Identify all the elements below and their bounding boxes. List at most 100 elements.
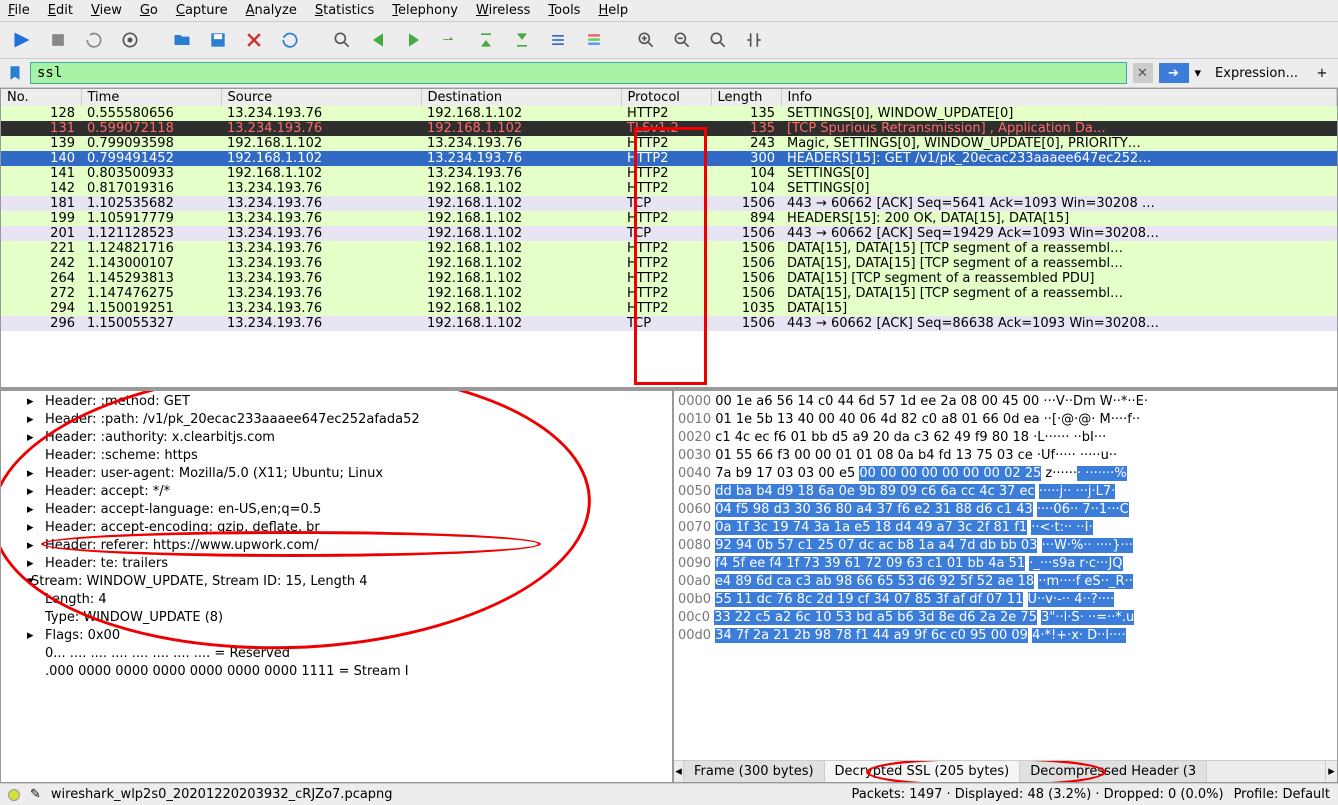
packet-row[interactable]: 1420.81701931613.234.193.76192.168.1.102… xyxy=(1,181,1337,196)
packet-row[interactable]: 2961.15005532713.234.193.76192.168.1.102… xyxy=(1,316,1337,331)
tab-scroll-left-icon[interactable]: ◂ xyxy=(674,761,684,782)
hex-line[interactable]: 0030 01 55 66 f3 00 00 01 01 08 0a b4 fd… xyxy=(678,447,1333,465)
menu-capture[interactable]: Capture xyxy=(176,3,228,18)
menu-tools[interactable]: Tools xyxy=(548,3,580,18)
menu-go[interactable]: Go xyxy=(140,3,158,18)
column-time[interactable]: Time xyxy=(81,89,221,106)
menu-wireless[interactable]: Wireless xyxy=(476,3,530,18)
menu-edit[interactable]: Edit xyxy=(48,3,73,18)
tree-item[interactable]: ▾Stream: WINDOW_UPDATE, Stream ID: 15, L… xyxy=(5,573,668,591)
tree-item[interactable]: .000 0000 0000 0000 0000 0000 0000 1111 … xyxy=(5,663,668,681)
packet-row[interactable]: 1400.799491452192.168.1.10213.234.193.76… xyxy=(1,151,1337,166)
filter-dropdown-icon[interactable]: ▾ xyxy=(1195,66,1202,81)
zoom-in-icon[interactable] xyxy=(632,26,660,54)
apply-filter-icon[interactable]: ➔ xyxy=(1159,63,1189,83)
packet-row[interactable]: 2421.14300010713.234.193.76192.168.1.102… xyxy=(1,256,1337,271)
display-filter-input[interactable] xyxy=(30,62,1127,84)
add-filter-button[interactable]: + xyxy=(1312,66,1332,81)
hex-line[interactable]: 0050 dd ba b4 d9 18 6a 0e 9b 89 09 c6 6a… xyxy=(678,483,1333,501)
packet-row[interactable]: 1410.803500933192.168.1.10213.234.193.76… xyxy=(1,166,1337,181)
expression-button[interactable]: Expression... xyxy=(1207,64,1306,83)
hex-line[interactable]: 00b0 55 11 dc 76 8c 2d 19 cf 34 07 85 3f… xyxy=(678,591,1333,609)
first-icon[interactable] xyxy=(472,26,500,54)
last-icon[interactable] xyxy=(508,26,536,54)
tree-item[interactable]: ▸Header: te: trailers xyxy=(5,555,668,573)
tree-item[interactable]: 0... .... .... .... .... .... .... .... … xyxy=(5,645,668,663)
hex-line[interactable]: 00a0 e4 89 6d ca c3 ab 98 66 65 53 d6 92… xyxy=(678,573,1333,591)
options-icon[interactable] xyxy=(116,26,144,54)
packet-bytes-pane[interactable]: 0000 00 1e a6 56 14 c0 44 6d 57 1d ee 2a… xyxy=(674,391,1337,760)
hex-line[interactable]: 0010 01 1e 5b 13 40 00 40 06 4d 82 c0 a8… xyxy=(678,411,1333,429)
packet-row[interactable]: 1310.59907211813.234.193.76192.168.1.102… xyxy=(1,121,1337,136)
bookmark-icon[interactable] xyxy=(6,64,24,82)
profile-label[interactable]: Profile: Default xyxy=(1234,787,1330,802)
zoom-reset-icon[interactable] xyxy=(704,26,732,54)
hex-line[interactable]: 0000 00 1e a6 56 14 c0 44 6d 57 1d ee 2a… xyxy=(678,393,1333,411)
tree-item[interactable]: ▸Header: user-agent: Mozilla/5.0 (X11; U… xyxy=(5,465,668,483)
packet-row[interactable]: 2641.14529381313.234.193.76192.168.1.102… xyxy=(1,271,1337,286)
column-length[interactable]: Length xyxy=(711,89,781,106)
open-icon[interactable] xyxy=(168,26,196,54)
tree-item[interactable]: Type: WINDOW_UPDATE (8) xyxy=(5,609,668,627)
menu-analyze[interactable]: Analyze xyxy=(246,3,297,18)
tree-item[interactable]: ▸Header: accept-encoding: gzip, deflate,… xyxy=(5,519,668,537)
column-source[interactable]: Source xyxy=(221,89,421,106)
packet-row[interactable]: 2211.12482171613.234.193.76192.168.1.102… xyxy=(1,241,1337,256)
tree-item[interactable]: ▸Header: :path: /v1/pk_20ecac233aaaee647… xyxy=(5,411,668,429)
expert-info-icon[interactable] xyxy=(8,789,20,801)
column-no[interactable]: No. xyxy=(1,89,81,106)
hex-line[interactable]: 0080 92 94 0b 57 c1 25 07 dc ac b8 1a a4… xyxy=(678,537,1333,555)
tree-item[interactable]: ▸Flags: 0x00 xyxy=(5,627,668,645)
capture-stop-icon[interactable] xyxy=(44,26,72,54)
tab-decompressed-header[interactable]: Decompressed Header (3 xyxy=(1020,761,1207,782)
column-destination[interactable]: Destination xyxy=(421,89,621,106)
tab-frame[interactable]: Frame (300 bytes) xyxy=(684,761,825,782)
column-info[interactable]: Info xyxy=(781,89,1337,106)
find-icon[interactable] xyxy=(328,26,356,54)
hex-line[interactable]: 0070 0a 1f 3c 19 74 3a 1a e5 18 d4 49 a7… xyxy=(678,519,1333,537)
menu-file[interactable]: File xyxy=(8,3,30,18)
hex-line[interactable]: 00d0 34 7f 2a 21 2b 98 78 f1 44 a9 9f 6c… xyxy=(678,627,1333,645)
zoom-out-icon[interactable] xyxy=(668,26,696,54)
tree-item[interactable]: ▸Header: accept: */* xyxy=(5,483,668,501)
resize-cols-icon[interactable] xyxy=(740,26,768,54)
hex-line[interactable]: 0060 04 f5 98 d3 30 36 80 a4 37 f6 e2 31… xyxy=(678,501,1333,519)
tree-item[interactable]: ▸Header: :method: GET xyxy=(5,393,668,411)
packet-row[interactable]: 1390.799093598192.168.1.10213.234.193.76… xyxy=(1,136,1337,151)
next-icon[interactable] xyxy=(400,26,428,54)
hex-line[interactable]: 0020 c1 4c ec f6 01 bb d5 a9 20 da c3 62… xyxy=(678,429,1333,447)
packet-row[interactable]: 2011.12112852313.234.193.76192.168.1.102… xyxy=(1,226,1337,241)
packet-row[interactable]: 1280.55558065613.234.193.76192.168.1.102… xyxy=(1,106,1337,121)
colorize-icon[interactable] xyxy=(580,26,608,54)
tree-item[interactable]: Length: 4 xyxy=(5,591,668,609)
jump-icon[interactable] xyxy=(436,26,464,54)
restart-icon[interactable] xyxy=(80,26,108,54)
hex-line[interactable]: 00c0 33 22 c5 a2 6c 10 53 bd a5 b6 3d 8e… xyxy=(678,609,1333,627)
packet-row[interactable]: 2721.14747627513.234.193.76192.168.1.102… xyxy=(1,286,1337,301)
menu-statistics[interactable]: Statistics xyxy=(315,3,374,18)
packet-row[interactable]: 1811.10253568213.234.193.76192.168.1.102… xyxy=(1,196,1337,211)
clear-filter-icon[interactable]: ✕ xyxy=(1133,63,1153,83)
tab-scroll-right-icon[interactable]: ▸ xyxy=(1325,761,1337,782)
packet-row[interactable]: 2941.15001925113.234.193.76192.168.1.102… xyxy=(1,301,1337,316)
autoscroll-icon[interactable] xyxy=(544,26,572,54)
hex-line[interactable]: 0090 f4 5f ee f4 1f 73 39 61 72 09 63 c1… xyxy=(678,555,1333,573)
save-icon[interactable] xyxy=(204,26,232,54)
menu-telephony[interactable]: Telephony xyxy=(392,3,458,18)
tree-item[interactable]: ▸Header: referer: https://www.upwork.com… xyxy=(5,537,668,555)
prev-icon[interactable] xyxy=(364,26,392,54)
capture-start-icon[interactable] xyxy=(8,26,36,54)
packet-details-pane[interactable]: ▸Header: :method: GET▸Header: :path: /v1… xyxy=(0,390,673,783)
tree-item[interactable]: ▸Header: accept-language: en-US,en;q=0.5 xyxy=(5,501,668,519)
reload-icon[interactable] xyxy=(276,26,304,54)
edit-icon[interactable]: ✎ xyxy=(30,787,41,802)
tree-item[interactable]: Header: :scheme: https xyxy=(5,447,668,465)
menu-help[interactable]: Help xyxy=(598,3,628,18)
tree-item[interactable]: ▸Header: :authority: x.clearbitjs.com xyxy=(5,429,668,447)
hex-line[interactable]: 0040 7a b9 17 03 03 00 e5 00 00 00 00 00… xyxy=(678,465,1333,483)
packet-list[interactable]: No.TimeSourceDestinationProtocolLengthIn… xyxy=(0,88,1338,388)
tab-decrypted-ssl[interactable]: Decrypted SSL (205 bytes) xyxy=(825,761,1021,782)
close-file-icon[interactable] xyxy=(240,26,268,54)
column-protocol[interactable]: Protocol xyxy=(621,89,711,106)
menu-view[interactable]: View xyxy=(91,3,122,18)
